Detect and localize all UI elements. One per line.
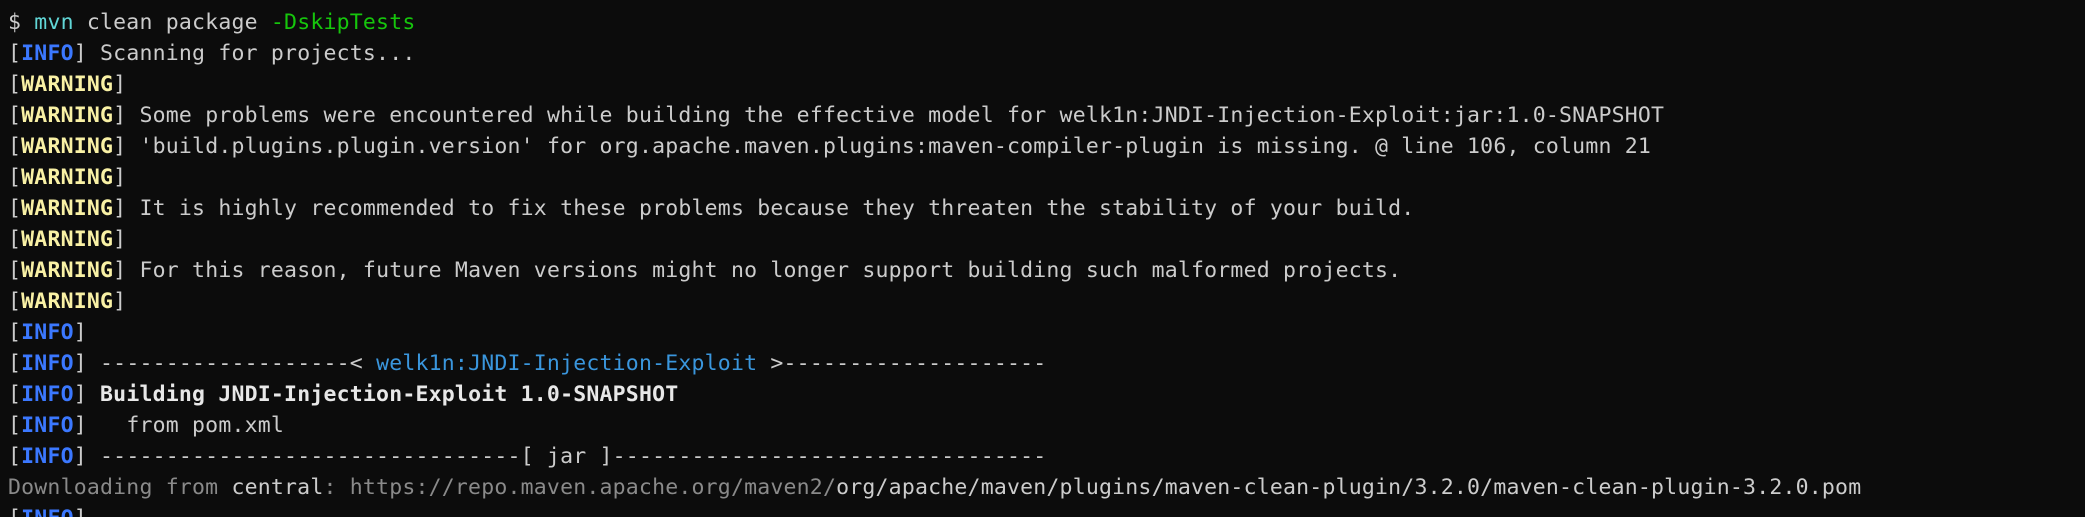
tag-close: ]	[73, 444, 87, 469]
tag-close: ]	[113, 258, 127, 283]
command-flag: -DskipTests	[270, 10, 416, 35]
tag-open: [	[8, 382, 22, 407]
tag-close: ]	[73, 382, 87, 407]
download-repo: central	[231, 475, 324, 500]
log-message: 'build.plugins.plugin.version' for org.a…	[126, 134, 1652, 159]
log-line-warning: [WARNING]	[8, 286, 2085, 317]
log-line-warning: [WARNING] For this reason, future Maven …	[8, 255, 2085, 286]
command-line: $ mvn clean package -DskipTests	[8, 7, 2085, 38]
info-tag: INFO	[21, 444, 74, 469]
tag-open: [	[8, 289, 22, 314]
log-message: from pom.xml	[86, 413, 285, 438]
log-line-info: [INFO]	[8, 317, 2085, 348]
log-line-info: [INFO] Building JNDI-Injection-Exploit 1…	[8, 379, 2085, 410]
log-line-info: [INFO] --------------------------------[…	[8, 441, 2085, 472]
info-tag: INFO	[21, 320, 74, 345]
terminal-window[interactable]: $ mvn clean package -DskipTests [INFO] S…	[0, 0, 2085, 517]
tag-open: [	[8, 72, 22, 97]
separator-right: >--------------------	[757, 351, 1047, 376]
log-line-warning: [WARNING]	[8, 224, 2085, 255]
tag-close: ]	[113, 196, 127, 221]
info-tag: INFO	[21, 382, 74, 407]
warning-tag: WARNING	[21, 227, 114, 252]
info-tag: INFO	[21, 506, 74, 517]
log-message: For this reason, future Maven versions m…	[126, 258, 1402, 283]
info-tag: INFO	[21, 351, 74, 376]
tag-close: ]	[73, 320, 87, 345]
separator-left: -------------------<	[86, 351, 377, 376]
log-line-warning: [WARNING]	[8, 69, 2085, 100]
download-label: Downloading from	[8, 475, 232, 500]
warning-tag: WARNING	[21, 165, 114, 190]
tag-open: [	[8, 227, 22, 252]
warning-tag: WARNING	[21, 196, 114, 221]
log-line-warning: [WARNING] 'build.plugins.plugin.version'…	[8, 131, 2085, 162]
tag-open: [	[8, 320, 22, 345]
log-message: It is highly recommended to fix these pr…	[126, 196, 1415, 221]
tag-open: [	[8, 134, 22, 159]
tag-open: [	[8, 41, 22, 66]
tag-close: ]	[113, 72, 127, 97]
download-line: Downloading from central: https://repo.m…	[8, 472, 2085, 503]
tag-close: ]	[73, 413, 87, 438]
log-line-warning: [WARNING] It is highly recommended to fi…	[8, 193, 2085, 224]
log-line-warning: [WARNING]	[8, 162, 2085, 193]
tag-open: [	[8, 413, 22, 438]
tag-open: [	[8, 165, 22, 190]
download-base-url: https://repo.maven.apache.org/maven2/	[349, 475, 837, 500]
warning-tag: WARNING	[21, 258, 114, 283]
log-line-info: [INFO] -------------------< welk1n:JNDI-…	[8, 348, 2085, 379]
warning-tag: WARNING	[21, 103, 114, 128]
warning-tag: WARNING	[21, 289, 114, 314]
tag-open: [	[8, 506, 21, 517]
tag-open: [	[8, 258, 22, 283]
log-message: Some problems were encountered while bui…	[126, 103, 1665, 128]
tag-close: ]	[113, 227, 127, 252]
command-program: mvn	[34, 10, 74, 35]
tag-open: [	[8, 196, 22, 221]
tag-close: ]	[113, 103, 127, 128]
info-tag: INFO	[21, 41, 74, 66]
tag-close: ]	[113, 289, 127, 314]
warning-tag: WARNING	[21, 72, 114, 97]
log-line-info: [INFO]	[8, 503, 2085, 517]
building-message: Building JNDI-Injection-Exploit 1.0-SNAP…	[86, 382, 679, 407]
warning-tag: WARNING	[21, 134, 114, 159]
artifact-id: welk1n:JNDI-Injection-Exploit	[376, 351, 758, 376]
download-path: org/apache/maven/plugins/maven-clean-plu…	[836, 475, 1862, 500]
tag-close: ]	[73, 41, 87, 66]
tag-open: [	[8, 444, 22, 469]
tag-open: [	[8, 103, 22, 128]
packaging-separator: --------------------------------[ jar ]-…	[86, 444, 1047, 469]
info-tag: INFO	[21, 413, 74, 438]
log-message: Scanning for projects...	[86, 41, 416, 66]
tag-close: ]	[113, 165, 127, 190]
log-line-warning: [WARNING] Some problems were encountered…	[8, 100, 2085, 131]
log-line-info: [INFO] from pom.xml	[8, 410, 2085, 441]
tag-close: ]	[113, 134, 127, 159]
command-args: clean package	[73, 10, 271, 35]
tag-close: ]	[74, 506, 87, 517]
tag-close: ]	[73, 351, 87, 376]
log-line-info: [INFO] Scanning for projects...	[8, 38, 2085, 69]
tag-open: [	[8, 351, 22, 376]
download-separator: :	[323, 475, 350, 500]
prompt-symbol: $	[8, 10, 35, 35]
